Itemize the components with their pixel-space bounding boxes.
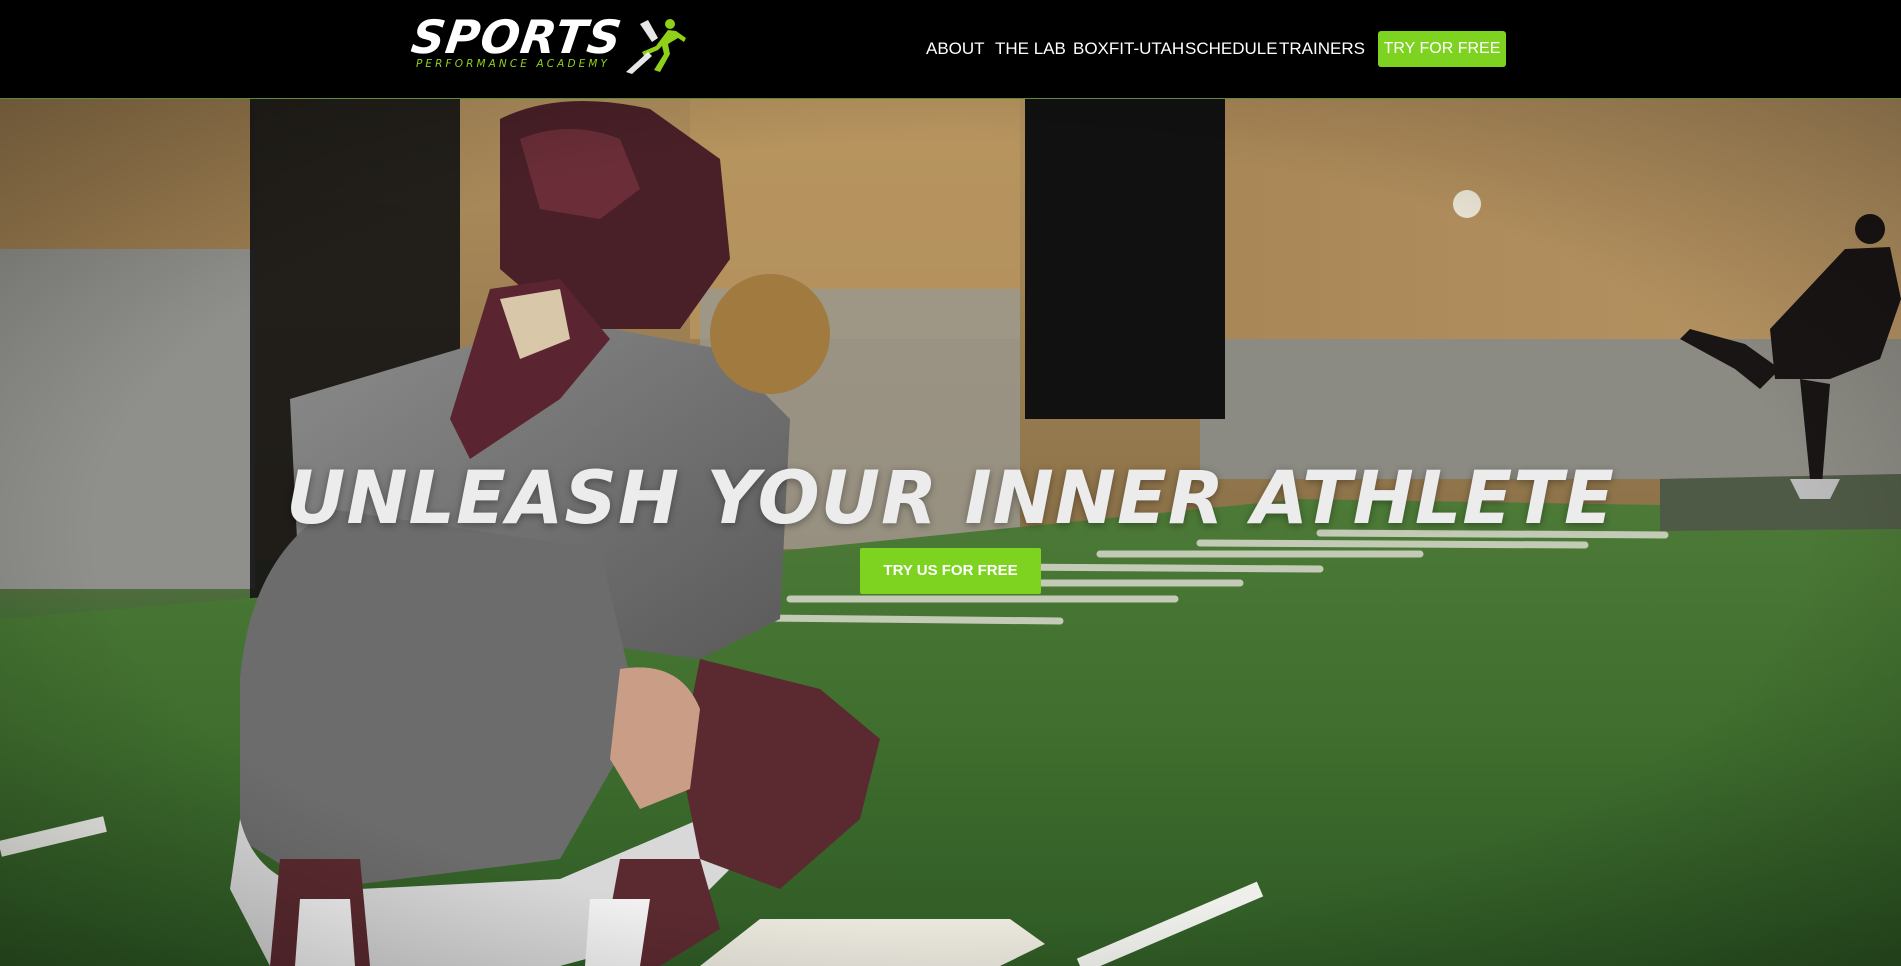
logo-wordmark: SPORTS [408, 10, 626, 64]
hero-section: UNLEASH YOUR INNER ATHLETE TRY US FOR FR… [0, 99, 1901, 966]
nav-item-boxfit-utah[interactable]: BOXFIT-UTAH [1073, 38, 1184, 60]
site-header: SPORTS PERFORMANCE ACADEMY ABOUT THE LAB… [0, 0, 1901, 99]
logo-tagline: PERFORMANCE ACADEMY [416, 58, 611, 70]
nav-item-schedule[interactable]: SCHEDULE [1185, 38, 1278, 60]
hero-headline: UNLEASH YOUR INNER ATHLETE [286, 456, 1615, 541]
runner-icon [626, 19, 686, 74]
try-for-free-button[interactable]: TRY FOR FREE [1378, 31, 1506, 67]
site-logo[interactable]: SPORTS PERFORMANCE ACADEMY [408, 10, 686, 76]
nav-item-about[interactable]: ABOUT [926, 38, 985, 60]
try-us-for-free-button[interactable]: TRY US FOR FREE [860, 548, 1041, 594]
nav-item-the-lab[interactable]: THE LAB [995, 38, 1066, 60]
nav-item-trainers[interactable]: TRAINERS [1279, 38, 1365, 60]
